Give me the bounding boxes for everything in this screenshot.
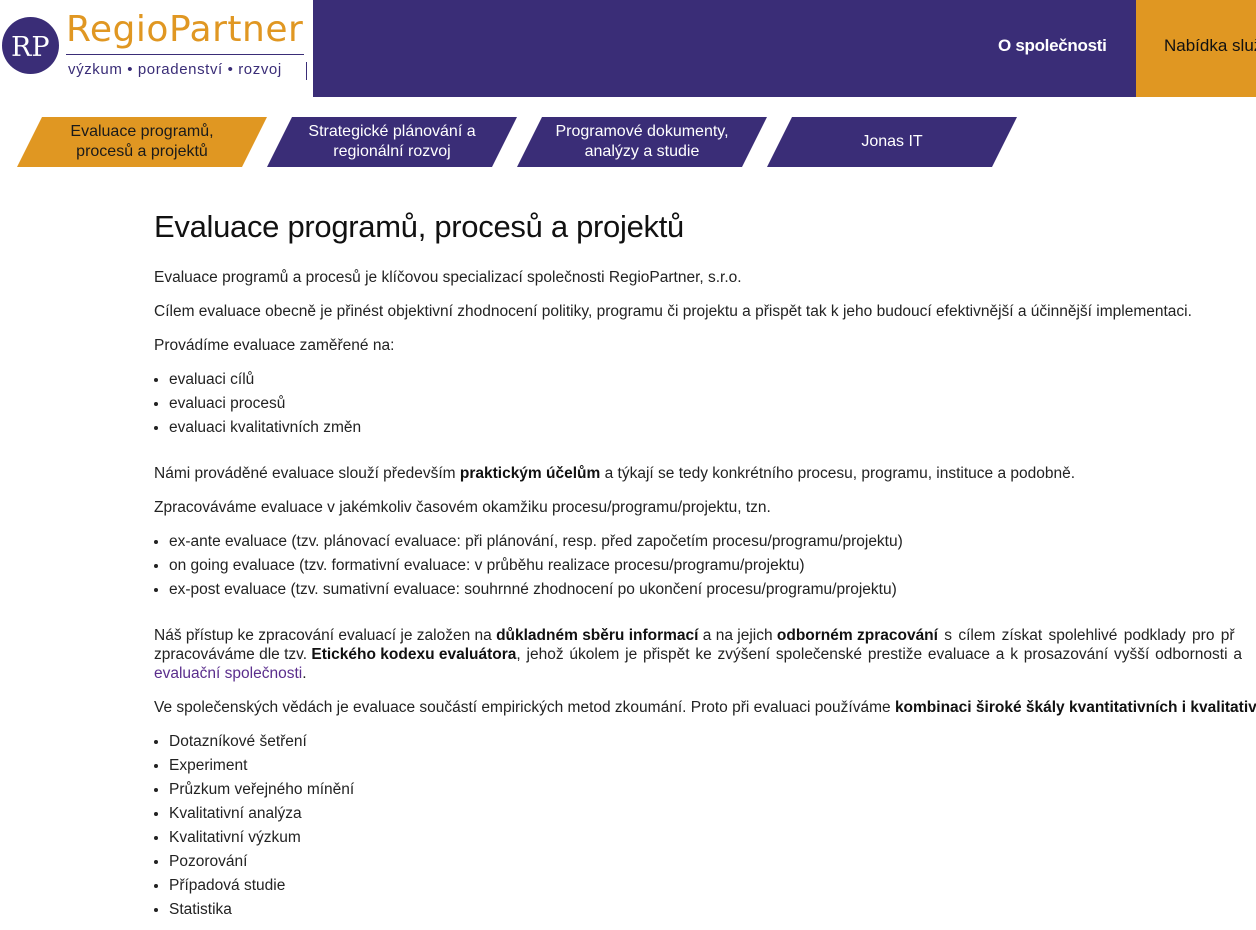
purpose-text-end: a týkají se tedy konkrétního procesu, pr… (600, 465, 1076, 482)
list-item: evaluaci cílů (169, 370, 1256, 389)
list-item: Experiment (169, 756, 1256, 775)
list-item: Případová studie (169, 876, 1256, 895)
list-item: Kvalitativní analýza (169, 804, 1256, 823)
list-item: Dotazníkové šetření (169, 732, 1256, 751)
approach-bold-3: Etického kodexu evaluátora (311, 646, 517, 663)
main-content: Evaluace programů, procesů a projektů Ev… (154, 205, 1256, 924)
tab-strategic-line2: regionální rozvoj (333, 143, 451, 160)
list-item: ex-post evaluace (tzv. sumativní evaluac… (169, 580, 1256, 599)
logo-vertical-rule (306, 62, 307, 80)
page-title: Evaluace programů, procesů a projektů (154, 209, 684, 244)
tab-evaluation-line2: procesů a projektů (76, 143, 208, 160)
tab-evaluation-label: Evaluace programů, procesů a projektů (42, 122, 242, 162)
top-navigation-bar (313, 0, 1256, 97)
purpose-text: Námi prováděné evaluace slouží především (154, 465, 460, 482)
methods-bold: kombinaci široké škály kvantitativních i… (894, 699, 1256, 716)
logo-monogram-icon: RP (2, 17, 59, 74)
tab-jonas-it-label: Jonas IT (861, 133, 923, 150)
nav-services[interactable]: Nabídka služeb (1136, 0, 1256, 97)
rp-monogram-icon: RP (11, 32, 50, 63)
methods-paragraph: Ve společenských vědách je evaluace souč… (154, 698, 1256, 717)
list-item: evaluaci kvalitativních změn (169, 418, 1256, 437)
site-header: RP RegioPartner výzkum • poradenství • r… (0, 0, 1256, 97)
methods-text: Ve společenských vědách je evaluace souč… (154, 699, 895, 716)
tab-strategic-planning[interactable]: Strategické plánování a regionální rozvo… (267, 117, 517, 167)
approach-bold-2: odborném zpracování (776, 627, 938, 644)
logo-tagline: výzkum • poradenství • rozvoj (68, 61, 282, 78)
focus-paragraph: Provádíme evaluace zaměřené na: (154, 337, 395, 354)
list-item: ex-ante evaluace (tzv. plánovací evaluac… (169, 532, 1256, 551)
purpose-paragraph: Námi prováděné evaluace slouží především… (154, 464, 1256, 483)
list-item: on going evaluace (tzv. formativní evalu… (169, 556, 1256, 575)
approach-bold-1: důkladném sběru informací (496, 627, 699, 644)
timing-list: ex-ante evaluace (tzv. plánovací evaluac… (154, 532, 1256, 599)
approach-paragraph: Náš přístup ke zpracování evaluací je za… (154, 626, 1256, 683)
logo-name-part1: Regio (66, 9, 169, 50)
tab-evaluation-line1: Evaluace programů, (70, 123, 214, 140)
approach-text-1: Náš přístup ke zpracování evaluací je za… (154, 627, 497, 644)
tab-program-documents[interactable]: Programové dokumenty, analýzy a studie (517, 117, 767, 167)
methods-list: Dotazníkové šetření Experiment Průzkum v… (154, 732, 1256, 919)
list-item: evaluaci procesů (169, 394, 1256, 413)
approach-text-5: , jehož úkolem je přispět ke zvýšení spo… (516, 646, 1242, 663)
tab-evaluation[interactable]: Evaluace programů, procesů a projektů (17, 117, 267, 167)
list-item: Statistika (169, 900, 1256, 919)
tab-jonas-it[interactable]: Jonas IT (767, 117, 1017, 167)
tab-documents-line1: Programové dokumenty, (555, 123, 729, 140)
focus-list: evaluaci cílů evaluaci procesů evaluaci … (154, 370, 1256, 437)
logo-name-part2: Partner (168, 9, 304, 50)
logo-name: RegioPartner (66, 10, 303, 50)
goal-paragraph: Cílem evaluace obecně je přinést objekti… (154, 303, 1192, 320)
approach-text-4: zpracováváme dle tzv. (154, 646, 312, 663)
intro-paragraph: Evaluace programů a procesů je klíčovou … (154, 269, 742, 286)
tab-strategic-line1: Strategické plánování a (308, 123, 476, 140)
logo[interactable]: RP RegioPartner výzkum • poradenství • r… (0, 0, 313, 97)
evaluation-society-link[interactable]: evaluační společnosti (154, 665, 302, 682)
approach-text-end: . (302, 665, 307, 682)
tab-strategic-planning-label: Strategické plánování a regionální rozvo… (292, 122, 492, 162)
list-item: Kvalitativní výzkum (169, 828, 1256, 847)
tab-program-documents-label: Programové dokumenty, analýzy a studie (542, 122, 742, 162)
approach-text-3: s cílem získat spolehlivé podklady pro p… (937, 627, 1235, 644)
nav-about-company[interactable]: O společnosti (998, 36, 1107, 56)
tab-documents-line2: analýzy a studie (584, 143, 700, 160)
list-item: Průzkum veřejného mínění (169, 780, 1256, 799)
nav-services-label: Nabídka služeb (1164, 36, 1256, 55)
list-item: Pozorování (169, 852, 1256, 871)
logo-divider (66, 54, 304, 55)
timing-paragraph: Zpracováváme evaluace v jakémkoliv časov… (154, 499, 771, 516)
svg-text:RP: RP (11, 32, 50, 63)
approach-text-2: a na jejich (698, 627, 777, 644)
purpose-bold: praktickým účelům (459, 465, 601, 482)
